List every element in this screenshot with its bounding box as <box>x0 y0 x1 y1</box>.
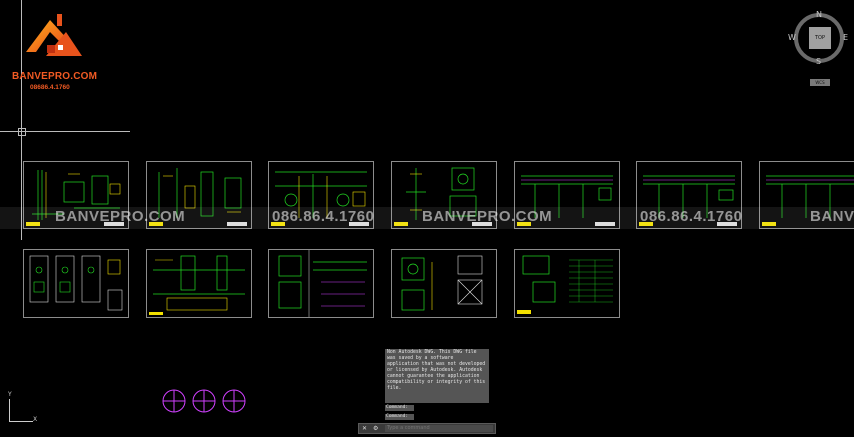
drawing-sheet[interactable] <box>391 249 497 318</box>
drawing-sheet[interactable] <box>268 249 374 318</box>
compass-west[interactable]: W <box>788 33 796 42</box>
house-logo-icon <box>26 14 82 56</box>
sheet-detail-graphic <box>517 255 613 314</box>
sheet-detail-graphic <box>401 255 483 311</box>
watermark-text: BANVEPRO.COM <box>55 208 186 225</box>
drawing-sheet[interactable] <box>146 249 252 318</box>
command-history-line: Command: <box>385 405 414 411</box>
sheet-detail-graphic <box>278 250 367 317</box>
compass-east[interactable]: E <box>843 33 848 42</box>
section-symbols <box>162 389 246 413</box>
compass-north[interactable]: N <box>816 10 822 19</box>
command-input[interactable] <box>385 425 493 432</box>
logo-phone: 08686.4.1760 <box>30 84 70 91</box>
customize-icon[interactable]: ⚙ <box>373 425 378 432</box>
compass-south[interactable]: S <box>816 57 821 66</box>
drawing-sheet[interactable] <box>514 249 620 318</box>
ucs-y-label: Y <box>8 391 12 398</box>
command-bar: ✕ ⚙ <box>358 423 496 434</box>
sheet-detail-graphic <box>29 255 123 311</box>
drawing-sheet[interactable] <box>23 249 129 318</box>
viewcube-top-face[interactable]: TOP <box>809 27 831 49</box>
ucs-x-label: X <box>33 416 38 423</box>
command-history-message: Non Autodesk DWG. This DWG file was save… <box>385 349 489 403</box>
watermark-text: BANVE <box>810 208 854 225</box>
close-icon[interactable]: ✕ <box>362 425 367 432</box>
watermark-text: 086.86.4.1760 <box>272 208 375 225</box>
logo-name: BANVEPRO.COM <box>12 71 98 82</box>
watermark-text: BANVEPRO.COM <box>422 208 553 225</box>
sheet-detail-graphic <box>149 255 245 315</box>
wcs-menu[interactable]: WCS <box>810 79 830 86</box>
watermark-text: 086.86.4.1760 <box>640 208 743 225</box>
command-history-line: Command: <box>385 414 414 420</box>
